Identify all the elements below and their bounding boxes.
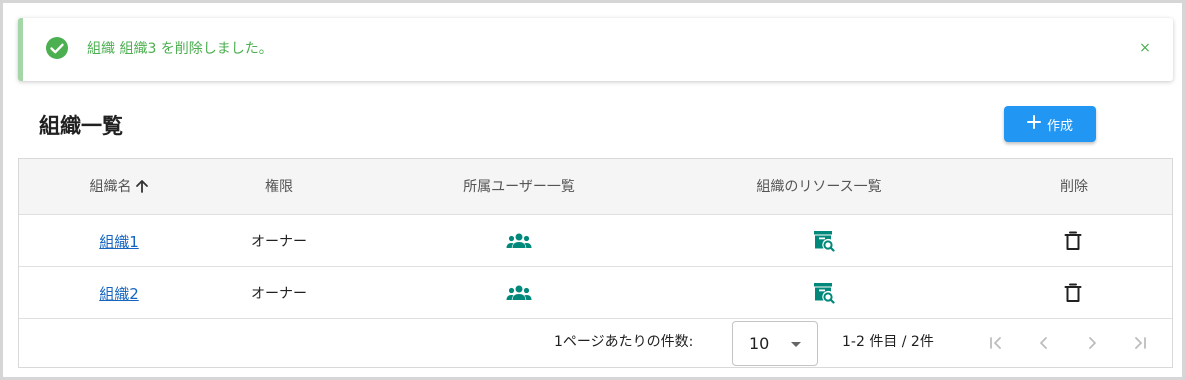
- resource-search-icon[interactable]: [813, 282, 835, 304]
- organization-table: 組織名 権限 所属ユーザー一覧 組織のリソース一覧 削除 組織1 オーナー 組織…: [18, 158, 1173, 368]
- rows-per-page-value: 10: [749, 334, 770, 353]
- org-name-link[interactable]: 組織2: [99, 283, 139, 304]
- first-page-icon[interactable]: [984, 331, 1008, 355]
- org-role-cell: オーナー: [251, 286, 307, 302]
- members-cell: [459, 267, 579, 319]
- delete-cell: [1013, 267, 1133, 319]
- table-header: 組織名 権限 所属ユーザー一覧 組織のリソース一覧 削除: [19, 159, 1172, 215]
- org-role-cell: オーナー: [251, 234, 307, 250]
- page-title: 組織一覧: [39, 114, 123, 138]
- resources-cell: [764, 215, 884, 267]
- members-cell: [459, 215, 579, 267]
- resources-cell: [764, 267, 884, 319]
- column-header-name[interactable]: 組織名: [39, 159, 199, 215]
- resource-search-icon[interactable]: [813, 230, 835, 252]
- table-row: 組織1 オーナー: [19, 215, 1172, 267]
- alert-message: 組織 組織3 を削除しました。: [87, 41, 273, 57]
- success-alert: 組織 組織3 を削除しました。 ×: [18, 18, 1173, 81]
- org-name-cell: 組織2: [59, 267, 179, 319]
- delete-cell: [1013, 215, 1133, 267]
- check-circle-icon: [45, 36, 69, 60]
- group-icon[interactable]: [506, 231, 532, 251]
- sort-arrow-up-icon[interactable]: [135, 159, 149, 215]
- app-frame: 組織 組織3 を削除しました。 × 組織一覧 作成 組織名 権限 所属ユーザー一…: [0, 0, 1185, 380]
- create-button-label: 作成: [1046, 118, 1073, 134]
- column-header-resources: 組織のリソース一覧: [756, 179, 882, 195]
- column-header-delete: 削除: [1060, 179, 1088, 195]
- plus-icon: [1026, 113, 1041, 133]
- trash-icon[interactable]: [1064, 231, 1082, 251]
- column-header-members: 所属ユーザー一覧: [463, 179, 575, 195]
- org-name-link[interactable]: 組織1: [99, 231, 139, 252]
- prev-page-icon[interactable]: [1032, 331, 1056, 355]
- org-name-cell: 組織1: [59, 215, 179, 267]
- pagination-range: 1-2 件目 / 2件: [842, 334, 934, 350]
- last-page-icon[interactable]: [1128, 331, 1152, 355]
- column-header-name-label: 組織名: [89, 179, 132, 195]
- alert-close-button[interactable]: ×: [1135, 38, 1155, 58]
- caret-down-icon: [791, 342, 801, 347]
- column-header-role: 権限: [265, 179, 293, 195]
- next-page-icon[interactable]: [1080, 331, 1104, 355]
- create-button[interactable]: 作成: [1004, 106, 1096, 142]
- trash-icon[interactable]: [1064, 283, 1082, 303]
- table-row: 組織2 オーナー: [19, 267, 1172, 319]
- rows-per-page-label: 1ページあたりの件数:: [554, 334, 694, 350]
- group-icon[interactable]: [506, 283, 532, 303]
- rows-per-page-select[interactable]: 10: [732, 321, 818, 366]
